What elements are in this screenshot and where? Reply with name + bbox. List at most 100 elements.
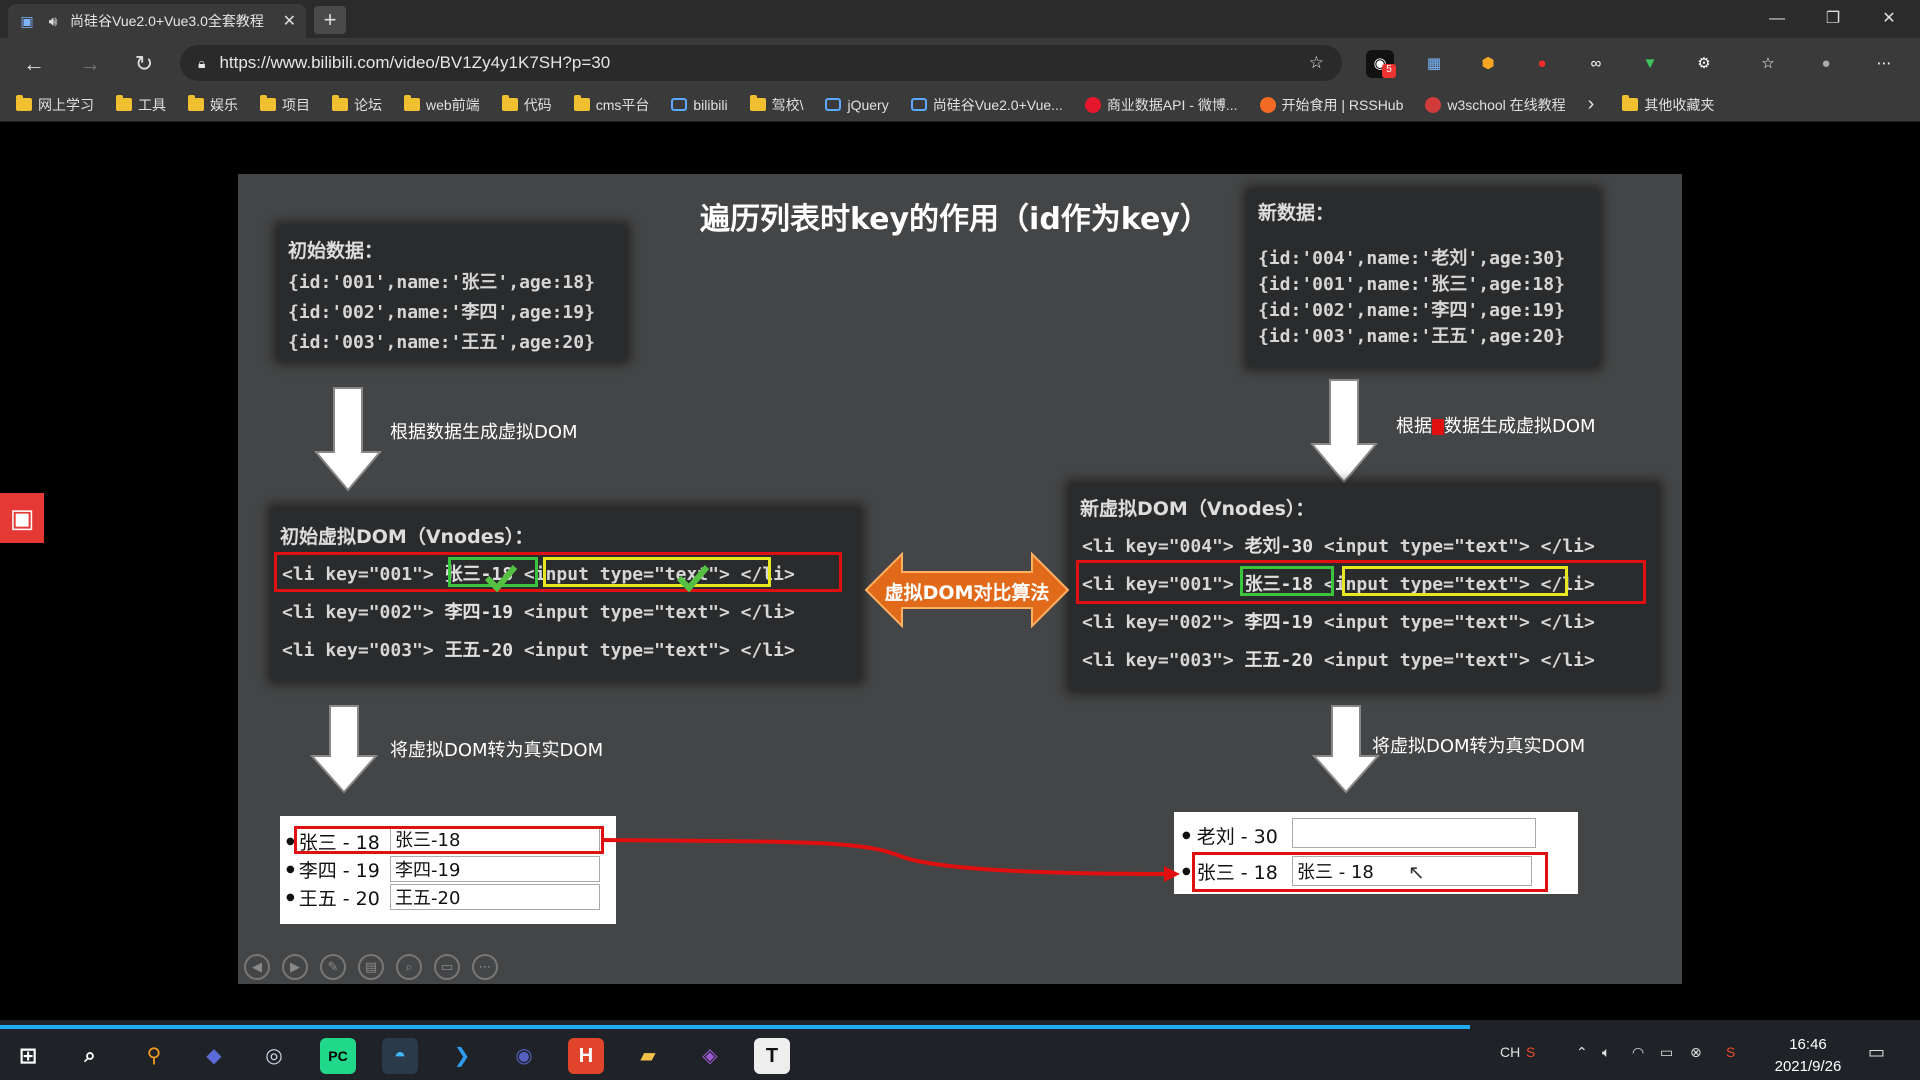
bookmark-link[interactable]: jQuery	[825, 97, 889, 113]
next-slide-icon[interactable]: ▶	[282, 954, 308, 980]
bookmark-link[interactable]: 开始食用 | RSSHub	[1259, 95, 1403, 115]
apps-icon[interactable]: ▦	[1420, 50, 1448, 78]
folder-icon	[116, 95, 132, 111]
clock-date: 2021/9/26	[1774, 1058, 1842, 1075]
bookmark-link[interactable]: 尚硅谷Vue2.0+Vue...	[910, 95, 1063, 115]
ime-indicator[interactable]: CH	[1500, 1044, 1520, 1060]
tab-title: 尚硅谷Vue2.0+Vue3.0全套教程	[70, 13, 264, 29]
sogou-icon[interactable]: S	[1526, 1044, 1535, 1060]
initial-data-lines: {id:'001',name:'张三',age:18} {id:'002',na…	[288, 268, 595, 358]
new-data-box: 新数据： {id:'004',name:'老刘',age:30} {id:'00…	[1248, 190, 1598, 366]
bookmark-folder[interactable]: 项目	[260, 95, 310, 115]
speaker-icon[interactable]: 🔊︎	[44, 12, 62, 30]
zoom-icon[interactable]: ⌕	[396, 954, 422, 980]
li-input: <input type="text">	[523, 602, 730, 623]
highlight-row-red	[1192, 852, 1548, 892]
connector-arrow-icon	[603, 838, 1180, 882]
prev-slide-icon[interactable]: ◀	[244, 954, 270, 980]
extension-icon[interactable]: ◉ 5	[1366, 50, 1396, 78]
bookmark-link[interactable]: w3school 在线教程	[1425, 95, 1566, 115]
bookmark-folder[interactable]: 驾校\	[749, 95, 803, 115]
sogou-tray-icon[interactable]: S	[1726, 1044, 1735, 1060]
folder-icon	[404, 95, 420, 111]
caption-part: 根据	[1396, 416, 1432, 437]
vdom-row: <li key="004"> 老刘-30 <input type="text">…	[1082, 532, 1595, 558]
tab-active[interactable]: ▣ 🔊︎ 尚硅谷Vue2.0+Vue3.0全套教程 ✕	[8, 4, 306, 38]
text-input[interactable]: 王五-20	[390, 884, 600, 910]
steam-icon[interactable]: ◎	[256, 1038, 292, 1074]
bookmark-link[interactable]: bilibili	[671, 97, 728, 113]
forward-icon[interactable]: →	[74, 48, 106, 80]
bookmarks-more-button[interactable]: ›	[1588, 93, 1595, 116]
checkmark-icon	[676, 565, 710, 592]
highlight-input-yellow	[543, 557, 771, 587]
typora-icon[interactable]: T	[754, 1038, 790, 1074]
bullet: ●	[286, 892, 295, 903]
disconnected-icon[interactable]: ⊗	[1690, 1044, 1702, 1061]
text-input[interactable]: 李四-19	[390, 856, 600, 882]
video-clip-icon[interactable]: ▣	[0, 493, 44, 543]
new-tab-button[interactable]: +	[314, 6, 346, 34]
bookmark-folder[interactable]: cms平台	[573, 95, 649, 115]
bookmark-folder[interactable]: web前端	[404, 95, 480, 115]
caption-generate-left: 根据数据生成虚拟DOM	[390, 422, 578, 443]
pen-icon[interactable]: ✎	[320, 954, 346, 980]
back-icon[interactable]: ←	[18, 48, 50, 80]
search-icon[interactable]: ⌕	[72, 1038, 108, 1074]
volume-icon[interactable]: 🔈︎	[1602, 1044, 1610, 1061]
bookmark-folder[interactable]: 娱乐	[188, 95, 238, 115]
pycharm-icon[interactable]: PC	[320, 1038, 356, 1074]
clock[interactable]: 16:46 2021/9/26	[1766, 1034, 1850, 1078]
text-input[interactable]	[1292, 818, 1536, 848]
li-text: 王五-20	[444, 640, 514, 661]
visual-studio-icon[interactable]: ◈	[692, 1038, 728, 1074]
restore-icon[interactable]: ❐	[1806, 0, 1860, 38]
tab-bar: ▣ 🔊︎ 尚硅谷Vue2.0+Vue3.0全套教程 ✕ + — ❐ ✕	[0, 0, 1920, 38]
everything-search-icon[interactable]: ⚲	[136, 1038, 172, 1074]
file-explorer-icon[interactable]: ▰	[630, 1038, 666, 1074]
list-item: ● 王五 - 20	[286, 884, 380, 911]
vscode-icon[interactable]: ❯	[444, 1038, 480, 1074]
caption-generate-right: 根据 数据生成虚拟DOM	[1396, 412, 1596, 438]
add-favorite-icon[interactable]: ☆	[1309, 53, 1324, 73]
opera-icon[interactable]: ●	[1528, 50, 1556, 78]
bookmark-folder-other[interactable]: 其他收藏夹	[1622, 95, 1714, 115]
li-text: 王五-20	[1244, 650, 1314, 671]
extensions-icon[interactable]: ⚙	[1690, 50, 1718, 78]
close-window-icon[interactable]: ✕	[1862, 0, 1916, 38]
minimize-icon[interactable]: —	[1750, 0, 1804, 38]
vue-devtools-icon[interactable]: ▼	[1636, 50, 1664, 78]
windows-start-icon[interactable]: ⊞	[10, 1038, 46, 1074]
bookmark-folder[interactable]: 论坛	[332, 95, 382, 115]
bookmark-folder[interactable]: 代码	[501, 95, 552, 115]
close-tab-icon[interactable]: ✕	[283, 11, 296, 31]
slides-icon[interactable]: ▤	[358, 954, 384, 980]
video-progress-bar[interactable]	[0, 1025, 1470, 1029]
profile-icon[interactable]: ●	[1812, 50, 1840, 78]
list-item: ● 李四 - 19	[286, 856, 380, 883]
shield-icon[interactable]: ⬢	[1474, 50, 1502, 78]
new-vdom-heading: 新虚拟DOM（Vnodes）：	[1080, 498, 1315, 520]
notification-icon[interactable]: ▭	[1868, 1042, 1885, 1063]
down-arrow-icon	[309, 705, 379, 794]
subtitles-icon[interactable]: ▭	[434, 954, 460, 980]
address-bar[interactable]: 🔒︎ https://www.bilibili.com/video/BV1Zy4…	[180, 45, 1342, 81]
bookmark-folder[interactable]: 网上学习	[16, 95, 94, 115]
extension-badge: 5	[1382, 64, 1396, 78]
tim-icon[interactable]: ◆	[196, 1038, 232, 1074]
chevron-up-icon[interactable]: ⌃	[1576, 1044, 1588, 1061]
hbuilder-icon[interactable]: H	[568, 1038, 604, 1074]
bookmark-folder[interactable]: 工具	[116, 95, 166, 115]
li-input: <input type="text">	[1323, 650, 1530, 671]
favorites-icon[interactable]: ☆	[1754, 50, 1782, 78]
folder-icon	[260, 95, 276, 111]
edge-icon[interactable]: ◓	[382, 1038, 418, 1074]
menu-icon[interactable]: ⋯	[1870, 50, 1898, 78]
more-options-icon[interactable]: ⋯	[472, 954, 498, 980]
battery-icon[interactable]: ▭	[1660, 1044, 1673, 1061]
infinity-icon[interactable]: ∞	[1582, 50, 1610, 78]
eclipse-icon[interactable]: ◉	[506, 1038, 542, 1074]
reload-icon[interactable]: ↻	[128, 48, 160, 80]
bookmark-link[interactable]: 商业数据API - 微博...	[1084, 95, 1238, 115]
wifi-icon[interactable]: ◠	[1632, 1044, 1644, 1061]
